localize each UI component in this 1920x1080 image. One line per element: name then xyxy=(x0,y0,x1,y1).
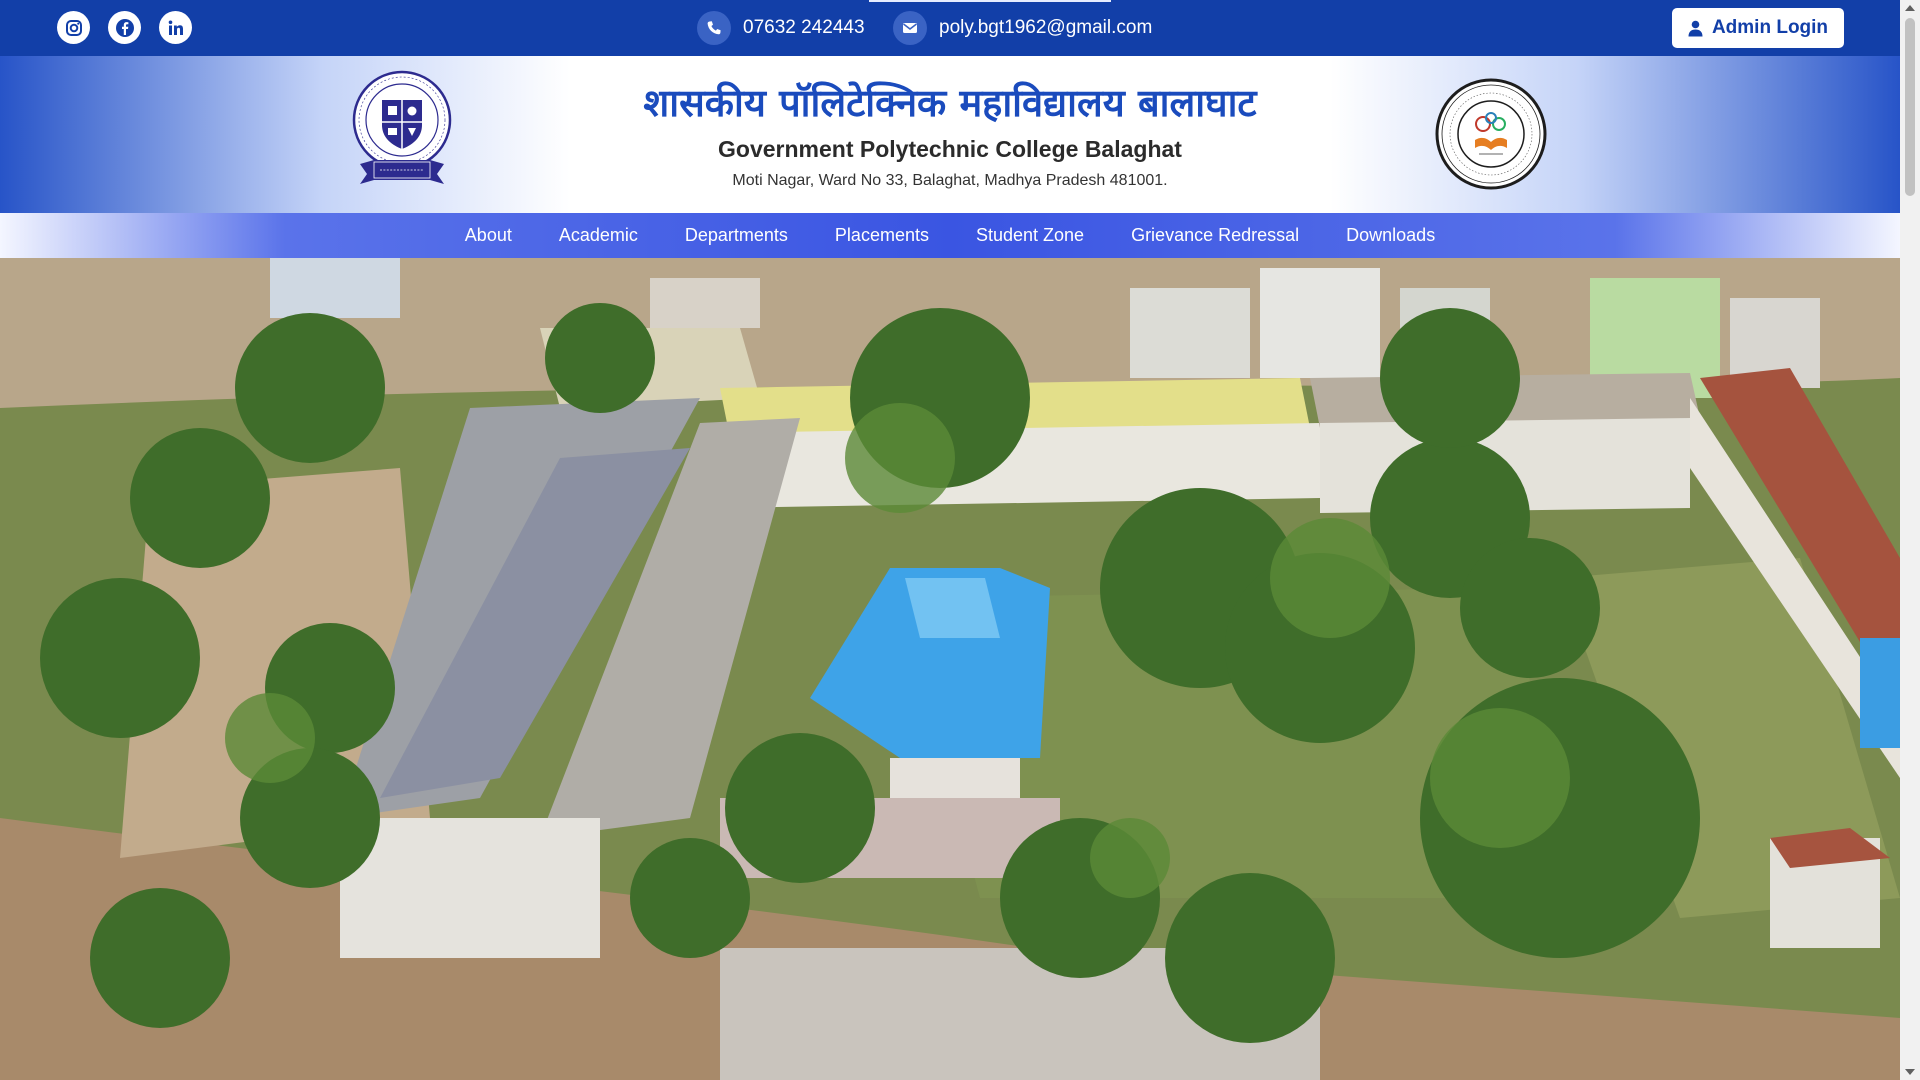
hero-campus-photo xyxy=(0,258,1900,1080)
site-header: शासकीय पॉलिटेक्निक महाविद्यालय बालाघाट G… xyxy=(0,56,1900,213)
phone-contact[interactable]: 07632 242443 xyxy=(697,11,865,45)
nav-item-academic[interactable]: Academic xyxy=(559,225,638,246)
college-title-hindi: शासकीय पॉलिटेक्निक महाविद्यालय बालाघाट xyxy=(643,81,1257,125)
college-title-english: Government Polytechnic College Balaghat xyxy=(718,136,1182,162)
mail-icon xyxy=(893,11,927,45)
email-contact[interactable]: poly.bgt1962@gmail.com xyxy=(893,11,1152,45)
social-links xyxy=(57,11,192,44)
nav-item-downloads[interactable]: Downloads xyxy=(1346,225,1435,246)
scroll-down-arrow-icon[interactable] xyxy=(1905,1069,1915,1075)
facebook-icon[interactable] xyxy=(108,11,141,44)
scroll-up-arrow-icon[interactable] xyxy=(1905,5,1915,11)
email-address[interactable]: poly.bgt1962@gmail.com xyxy=(939,17,1152,39)
college-address: Moti Nagar, Ward No 33, Balaghat, Madhya… xyxy=(732,172,1168,189)
dte-seal-logo xyxy=(1435,78,1547,190)
nav-item-student-zone[interactable]: Student Zone xyxy=(976,225,1084,246)
admin-login-button[interactable]: Admin Login xyxy=(1672,8,1844,48)
user-icon xyxy=(1688,20,1703,36)
instagram-icon[interactable] xyxy=(57,11,90,44)
nav-item-about[interactable]: About xyxy=(465,225,512,246)
aerial-campus-image xyxy=(0,258,1900,1080)
page-scrollbar[interactable] xyxy=(1900,0,1920,1080)
phone-icon xyxy=(697,11,731,45)
nav-item-placements[interactable]: Placements xyxy=(835,225,929,246)
admin-login-label: Admin Login xyxy=(1711,17,1829,38)
top-accent-line xyxy=(869,0,1111,2)
top-bar: 07632 242443 poly.bgt1962@gmail.com Admi… xyxy=(0,0,1900,56)
linkedin-icon[interactable] xyxy=(159,11,192,44)
main-nav: About Academic Departments Placements St… xyxy=(0,213,1900,258)
scroll-thumb[interactable] xyxy=(1905,18,1915,196)
phone-number[interactable]: 07632 242443 xyxy=(743,17,865,39)
nav-item-departments[interactable]: Departments xyxy=(685,225,788,246)
nav-item-grievance-redressal[interactable]: Grievance Redressal xyxy=(1131,225,1299,246)
